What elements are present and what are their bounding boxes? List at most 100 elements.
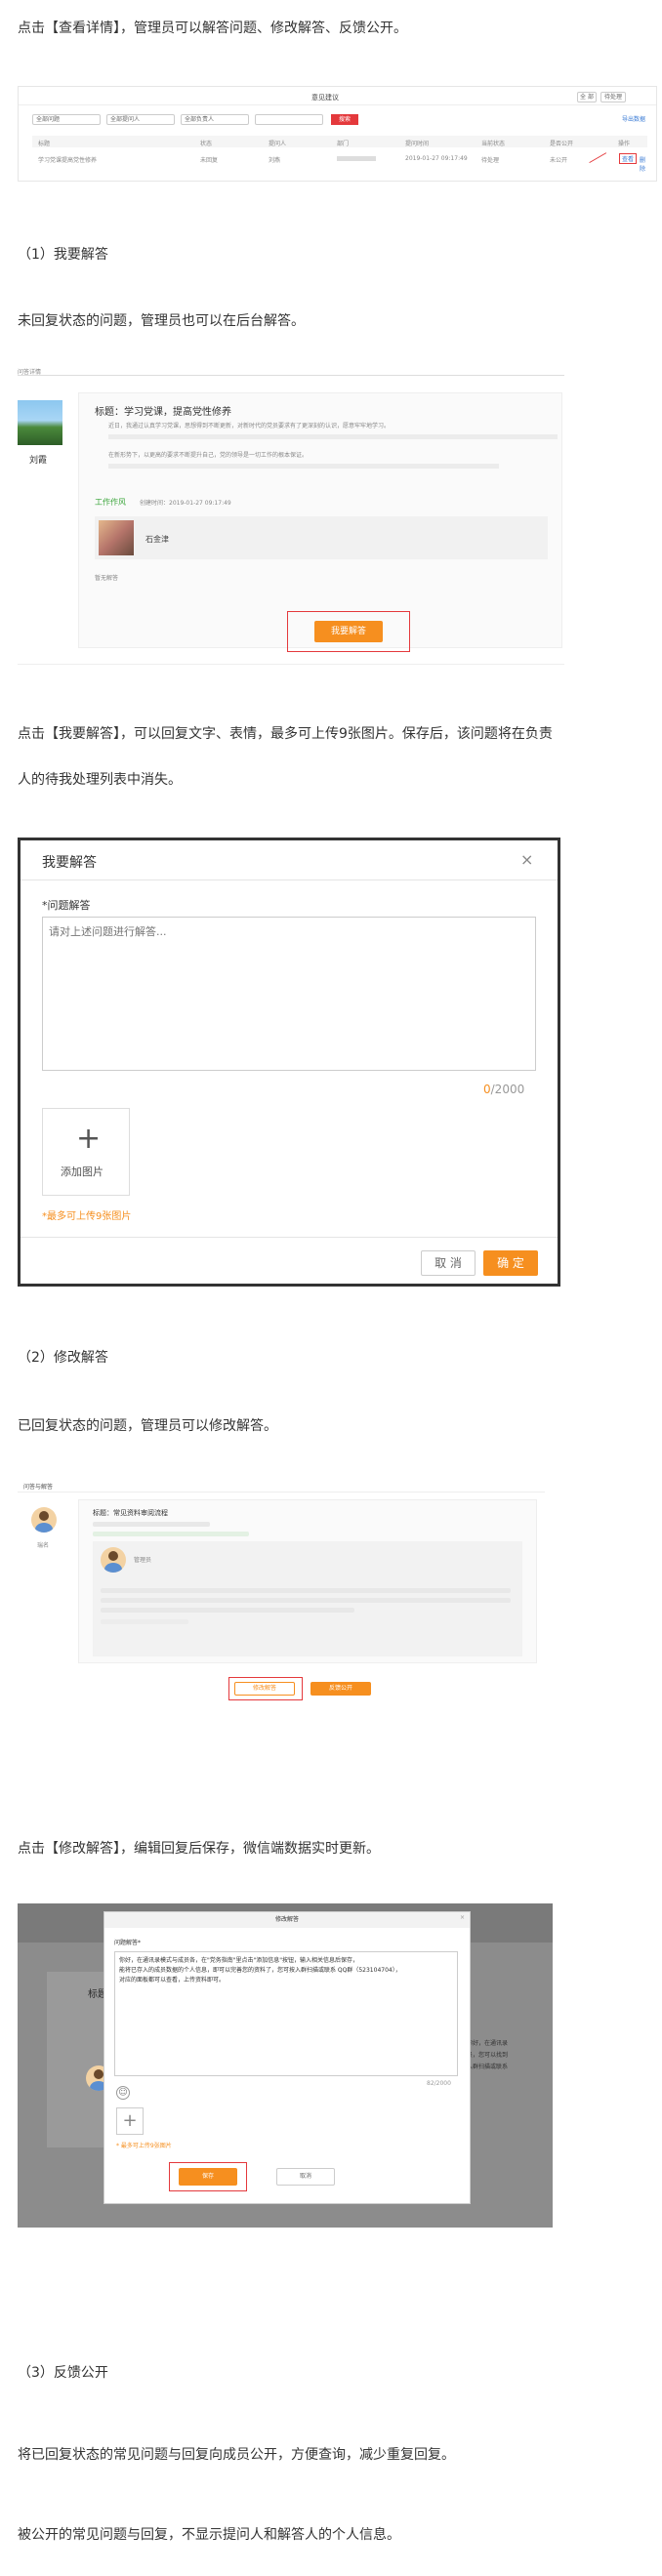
question-body-line-4 <box>108 464 499 469</box>
question-card: 标题：学习党课，提高党性修养 近日，我通过认真学习党课，思想得到不断更新，对新时… <box>78 392 562 648</box>
user-avatar <box>18 400 62 445</box>
table-header: 标题 状态 提问人 部门 提问时间 当前状态 是否公开 操作 <box>32 136 647 147</box>
col-dept: 部门 <box>337 141 350 147</box>
modal-title: 我要解答 <box>42 855 97 871</box>
section-publish-heading: （3）反馈公开 <box>18 2365 108 2381</box>
answerer-avatar <box>101 1547 126 1573</box>
save-button[interactable]: 保存 <box>179 2168 237 2186</box>
answered-question-title: 标题：常见资料审阅流程 <box>93 1509 168 1517</box>
edit-text-line-1: 你好，在通讯录模式与成员各，在"党务指南"里点击"添加信息"按钮，输入相关信息后… <box>119 1957 359 1964</box>
edit-text-line-3: 对应的面板都可以查看，上传资料即可。 <box>119 1977 226 1983</box>
answer-button[interactable]: 我要解答 <box>314 621 383 642</box>
screenshot-question-detail: 问答详情 刘霞 标题：学习党课，提高党性修养 近日，我通过认真学习党课，思想得到… <box>18 365 564 670</box>
answer-textarea[interactable] <box>42 917 536 1071</box>
char-count-max: /2000 <box>490 1083 525 1096</box>
answer-time <box>101 1619 188 1624</box>
col-action: 操作 <box>618 141 631 147</box>
divider <box>21 879 558 880</box>
answer-block: 管理员 <box>93 1541 522 1656</box>
row-public: 未公开 <box>550 157 568 164</box>
category-tag: 工作作风 <box>95 498 126 507</box>
asker-avatar <box>31 1507 57 1533</box>
no-answer-text: 暂无解答 <box>95 575 119 582</box>
divider <box>18 375 564 376</box>
responder-name: 石金津 <box>145 535 169 544</box>
privacy-paragraph: 被公开的常见问题与回复，不显示提问人和解答人的个人信息。 <box>18 2527 400 2543</box>
owner-filter-select[interactable]: 全部负责人 <box>181 114 249 125</box>
question-body-line-1: 近日，我通过认真学习党课，思想得到不断更新，对新时代的党员要求有了更深刻的认识，… <box>108 423 391 429</box>
answered-header: 问答与解答 <box>23 1484 54 1491</box>
answer-text-line-1 <box>101 1588 511 1593</box>
add-image-button[interactable]: + <box>116 2107 144 2135</box>
cancel-button[interactable]: 取消 <box>276 2168 335 2186</box>
export-link[interactable]: 导出数据 <box>622 114 645 123</box>
divider <box>18 664 564 665</box>
add-image-label: 添加图片 <box>61 1165 103 1178</box>
responder-block: 石金津 <box>95 516 548 559</box>
answered-meta <box>93 1532 249 1536</box>
search-button[interactable]: 搜索 <box>331 114 358 125</box>
field-label: *问题解答 <box>42 897 91 913</box>
confirm-button[interactable]: 确 定 <box>483 1250 538 1276</box>
edit-field-label: 问题解答* <box>114 1940 142 1946</box>
edit-text-line-2: 能将已存入的成员数据的个人信息，即可以完善您的资料了，您可按入群扫描或联系 QQ… <box>119 1967 401 1974</box>
question-title: 标题：学习党课，提高党性修养 <box>95 407 231 418</box>
edit-answer-button[interactable]: 修改解答 <box>234 1682 295 1696</box>
question-filter-select[interactable]: 全部问题 <box>32 114 101 125</box>
user-name: 刘霞 <box>29 456 48 466</box>
answered-question-body <box>93 1522 210 1527</box>
dimmed-side-text-3: 入群扫描或联系 <box>467 2064 509 2070</box>
plus-icon: + <box>76 1122 102 1156</box>
section-edit-heading: （2）修改解答 <box>18 1350 108 1366</box>
pending-filter-button[interactable]: 待处理 <box>600 92 626 102</box>
cancel-button[interactable]: 取 消 <box>421 1250 476 1276</box>
edit-desc-paragraph: 点击【修改解答】，编辑回复后保存，微信端数据实时更新。 <box>18 1841 380 1857</box>
all-filter-button[interactable]: 全 部 <box>577 92 597 102</box>
divider <box>19 104 656 105</box>
emoji-icon[interactable]: ☺ <box>116 2086 130 2100</box>
col-public: 是否公开 <box>550 141 574 147</box>
screenshot-edit-modal: 标题：常见资 你好，在通讯录 员，您可以找到 入群扫描或联系 修改解答 × 问题… <box>18 1903 553 2228</box>
screenshot-answer-modal: 我要解答 × *问题解答 0/2000 + 添加图片 *最多可上传9张图片 取 … <box>18 838 560 1287</box>
close-icon[interactable]: × <box>520 850 533 869</box>
question-body-line-3: 在新形势下，以更高的要求不断提升自己，党的领导是一切工作的根本保证。 <box>108 452 309 459</box>
row-status: 未回复 <box>200 157 219 164</box>
char-counter: 0/2000 <box>483 1083 524 1096</box>
publish-paragraph: 将已回复状态的常见问题与回复向成员公开，方便查询，减少重复回复。 <box>18 2447 455 2463</box>
screenshot-answered-detail: 问答与解答 瑞名 标题：常见资料审阅流程 管理员 修改解答 反馈公开 <box>18 1480 545 1714</box>
created-time: 创建时间：2019-01-27 09:17:49 <box>140 500 231 507</box>
col-time: 提问时间 <box>405 141 430 147</box>
answer-text-line-2 <box>101 1598 511 1603</box>
answer-desc-line-1: 点击【我要解答】，可以回复文字、表情，最多可上传9张图片。保存后，该问题将在负责 <box>18 726 553 742</box>
search-input[interactable] <box>255 114 323 125</box>
asker-filter-select[interactable]: 全部提问人 <box>106 114 175 125</box>
asker-name: 瑞名 <box>37 1542 50 1549</box>
row-asker: 刘燕 <box>269 157 281 164</box>
responder-avatar <box>99 520 134 555</box>
publish-feedback-button[interactable]: 反馈公开 <box>310 1682 371 1696</box>
edit-char-counter: 82/2000 <box>427 2080 451 2087</box>
divider <box>21 1237 558 1238</box>
close-icon[interactable]: × <box>460 1914 465 1921</box>
field-label-text: *问题解答 <box>42 899 91 912</box>
view-link[interactable]: 查看 <box>619 153 638 164</box>
col-state: 当前状态 <box>481 141 506 147</box>
question-body-line-2 <box>108 434 558 439</box>
delete-link[interactable]: 删除 <box>640 155 647 173</box>
answered-card: 标题：常见资料审阅流程 管理员 <box>78 1499 537 1663</box>
table-row: 学习党课提高党性修养 未回复 刘燕 2019-01-27 09:17:49 待处… <box>32 151 647 173</box>
edit-textarea[interactable]: 你好，在通讯录模式与成员各，在"党务指南"里点击"添加信息"按钮，输入相关信息后… <box>114 1951 458 2076</box>
edit-modal-title: 修改解答 <box>104 1912 470 1928</box>
answer-desc-line-2: 人的待我处理列表中消失。 <box>18 772 182 788</box>
add-image-button[interactable]: + 添加图片 <box>42 1108 130 1196</box>
intro-paragraph: 点击【查看详情】，管理员可以解答问题、修改解答、反馈公开。 <box>18 20 407 36</box>
list-title: 意见建议 <box>311 94 339 102</box>
row-state: 待处理 <box>481 157 500 164</box>
upload-hint: *最多可上传9张图片 <box>42 1211 132 1222</box>
edit-modal: 修改解答 × 问题解答* 你好，在通讯录模式与成员各，在"党务指南"里点击"添加… <box>103 1911 471 2204</box>
answer-paragraph: 未回复状态的问题，管理员也可以在后台解答。 <box>18 313 305 329</box>
screenshot-question-list: 意见建议 全 部 待处理 全部问题 全部提问人 全部负责人 搜索 导出数据 标题… <box>18 86 657 182</box>
dimmed-side-text-1: 你好，在通讯录 <box>467 2040 509 2047</box>
edit-paragraph: 已回复状态的问题，管理员可以修改解答。 <box>18 1418 277 1434</box>
col-asker: 提问人 <box>269 141 287 147</box>
